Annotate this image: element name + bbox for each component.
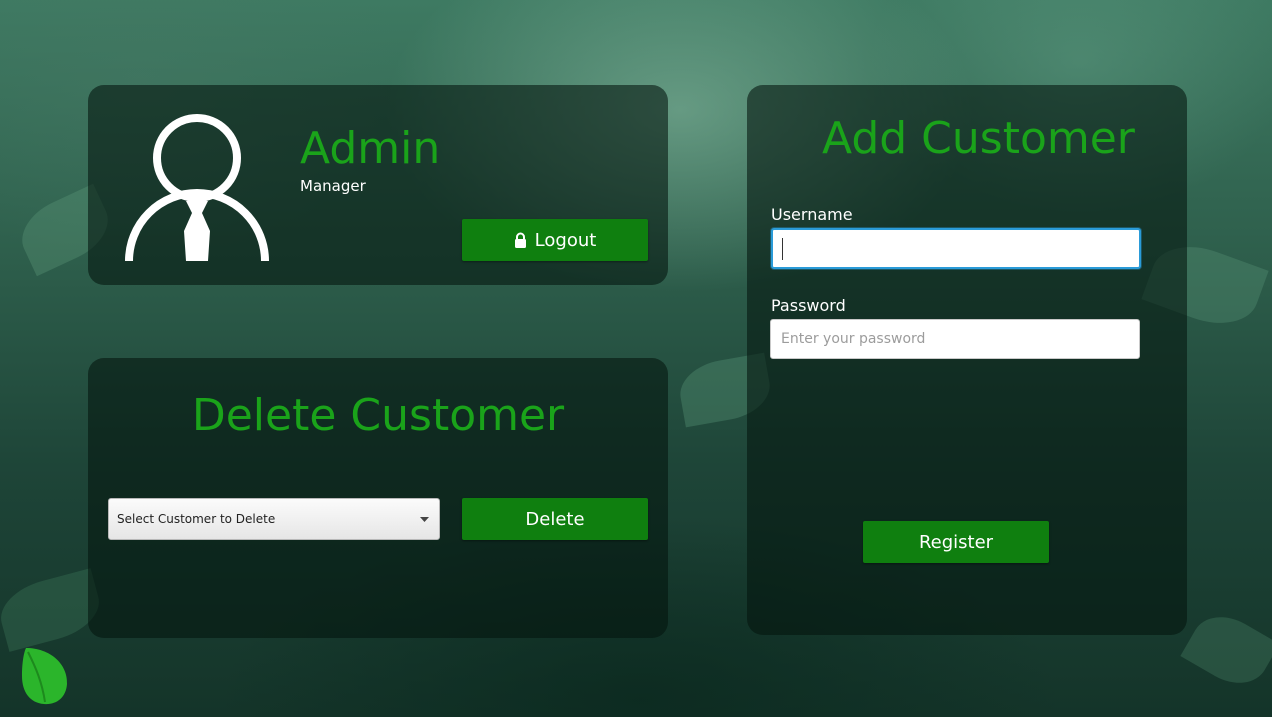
delete-customer-card: Delete Customer Select Customer to Delet… [88,358,668,638]
password-label: Password [771,296,846,315]
customer-select[interactable]: Select Customer to Delete [108,498,440,540]
username-input[interactable] [771,228,1141,269]
admin-profile-card: Admin Manager Logout [88,85,668,285]
password-input[interactable] [770,319,1140,359]
logout-label: Logout [534,229,597,251]
register-button[interactable]: Register [863,521,1049,563]
admin-name: Admin [300,123,441,174]
delete-customer-title: Delete Customer [191,390,565,441]
add-customer-title: Add Customer [822,113,1135,164]
username-label: Username [771,205,853,224]
leaf-icon [22,648,68,705]
user-suit-icon [125,114,269,262]
delete-button[interactable]: Delete [462,498,648,540]
chevron-down-icon [420,516,429,522]
add-customer-card: Add Customer Username Password Register [747,85,1187,635]
logout-button[interactable]: Logout [462,219,648,261]
admin-role: Manager [300,177,366,195]
text-cursor [782,238,783,260]
lock-icon [514,232,526,248]
customer-select-value: Select Customer to Delete [117,512,276,526]
